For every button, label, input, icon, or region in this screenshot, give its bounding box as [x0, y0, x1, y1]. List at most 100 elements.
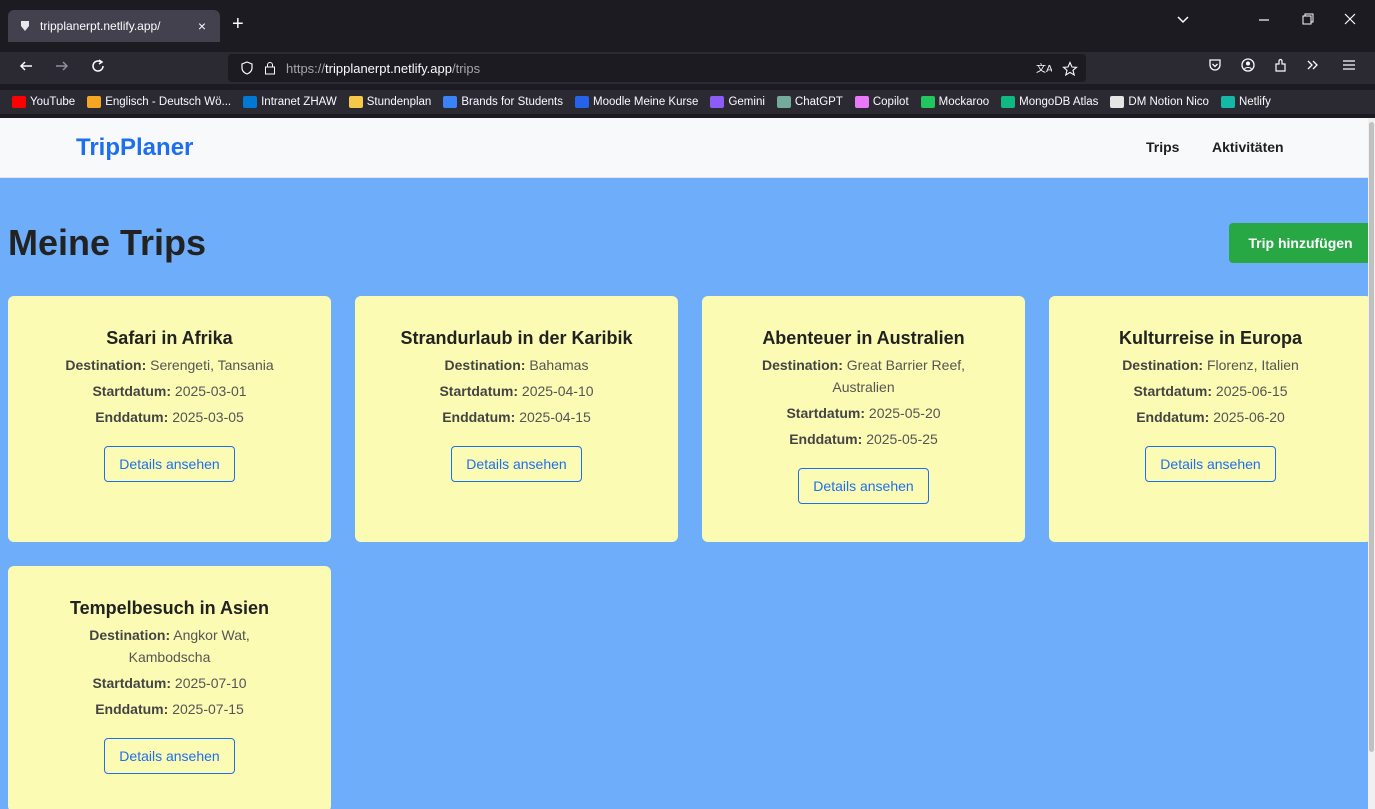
svg-text:文A: 文A	[1036, 62, 1052, 75]
address-bar[interactable]: https://tripplanerpt.netlify.app/trips 文…	[228, 54, 1086, 82]
trip-title: Kulturreise in Europa	[1118, 328, 1303, 348]
trip-end-date: Enddatum: 2025-06-20	[1049, 406, 1368, 428]
end-label: Enddatum:	[1136, 409, 1210, 425]
lock-icon[interactable]	[264, 61, 276, 75]
browser-tab[interactable]: tripplanerpt.netlify.app/ ×	[8, 10, 220, 42]
translate-icon[interactable]: 文A	[1036, 61, 1053, 78]
details-button[interactable]: Details ansehen	[104, 738, 235, 774]
minimize-icon[interactable]	[1258, 12, 1270, 29]
bookmark-star-icon[interactable]	[1062, 61, 1078, 80]
trip-destination: Destination: Serengeti, Tansania	[8, 354, 331, 376]
bookmark-favicon-icon	[854, 96, 869, 108]
end-value: 2025-06-20	[1213, 409, 1285, 425]
brand-logo[interactable]: TripPlaner	[76, 134, 193, 162]
reload-icon[interactable]	[90, 58, 106, 80]
bookmark-item[interactable]: Englisch - Deutsch Wö...	[87, 96, 231, 108]
trip-card: Kulturreise in Europa Destination: Floren…	[1049, 296, 1368, 542]
bookmark-label: YouTube	[30, 96, 76, 108]
bookmark-item[interactable]: Brands for Students	[443, 96, 563, 108]
extensions-icon[interactable]	[1274, 58, 1288, 78]
account-icon[interactable]	[1241, 58, 1255, 78]
end-value: 2025-03-05	[172, 409, 244, 425]
bookmark-label: Moodle Meine Kurse	[592, 96, 699, 108]
bookmark-item[interactable]: DM Notion Nico	[1110, 96, 1209, 108]
end-label: Enddatum:	[789, 431, 863, 447]
back-arrow-icon[interactable]	[18, 58, 34, 80]
end-value: 2025-07-15	[172, 701, 244, 717]
destination-value: Florenz, Italien	[1206, 357, 1299, 373]
bookmark-favicon-icon	[1001, 96, 1016, 108]
start-value: 2025-06-15	[1215, 383, 1288, 399]
end-value: 2025-05-25	[866, 431, 938, 447]
trip-destination: Destination: Bahamas	[355, 354, 678, 376]
bookmark-label: Gemini	[728, 96, 765, 108]
bookmark-item[interactable]: ChatGPT	[776, 96, 843, 108]
destination-value: Serengeti, Tansania	[150, 357, 274, 373]
page-scrollbar[interactable]	[1368, 118, 1375, 809]
bookmark-item[interactable]: Gemini	[710, 96, 765, 108]
restore-icon[interactable]	[1302, 12, 1314, 29]
tab-title: tripplanerpt.netlify.app/	[40, 19, 161, 33]
trip-title: Tempelbesuch in Asien	[69, 598, 270, 618]
bookmark-favicon-icon	[12, 96, 26, 108]
tab-list-icon[interactable]	[1176, 12, 1190, 29]
destination-label: Destination:	[761, 357, 843, 373]
pocket-icon[interactable]	[1208, 58, 1222, 78]
start-value: 2025-07-10	[174, 675, 247, 691]
bookmark-favicon-icon	[776, 96, 791, 108]
bookmark-favicon-icon	[243, 96, 258, 108]
bookmark-item[interactable]: Moodle Meine Kurse	[574, 96, 699, 108]
bookmark-item[interactable]: Copilot	[854, 96, 909, 108]
trip-card: Strandurlaub in der Karibik Destination: …	[355, 296, 678, 542]
bookmark-label: MongoDB Atlas	[1019, 96, 1099, 108]
nav-link-aktivitaeten[interactable]: Aktivitäten	[1212, 139, 1284, 155]
details-button[interactable]: Details ansehen	[1145, 446, 1276, 482]
details-button[interactable]: Details ansehen	[798, 468, 929, 504]
bookmark-item[interactable]: MongoDB Atlas	[1001, 96, 1098, 108]
bookmark-favicon-icon	[710, 96, 725, 108]
more-tools-icon[interactable]	[1306, 58, 1320, 78]
nav-link-trips[interactable]: Trips	[1146, 139, 1179, 155]
close-window-icon[interactable]	[1344, 12, 1356, 29]
bookmark-item[interactable]: Netlify	[1220, 96, 1271, 108]
start-label: Startdatum:	[786, 405, 866, 421]
bookmark-label: Intranet ZHAW	[261, 96, 337, 108]
bookmark-item[interactable]: YouTube	[12, 96, 75, 108]
site-header: TripPlaner Trips Aktivitäten	[0, 118, 1368, 178]
end-value: 2025-04-15	[519, 409, 591, 425]
details-button[interactable]: Details ansehen	[104, 446, 235, 482]
trip-end-date: Enddatum: 2025-07-15	[8, 698, 331, 720]
bookmark-favicon-icon	[1220, 96, 1235, 108]
bookmark-favicon-icon	[1110, 96, 1125, 108]
destination-label: Destination:	[89, 627, 171, 643]
shield-icon[interactable]	[240, 61, 254, 75]
bookmarks-toolbar: YouTube Englisch - Deutsch Wö... Intranet …	[0, 90, 1375, 114]
bookmark-label: Stundenplan	[366, 96, 432, 108]
end-label: Enddatum:	[95, 701, 169, 717]
menu-hamburger-icon[interactable]	[1342, 58, 1356, 78]
bookmark-item[interactable]: Intranet ZHAW	[243, 96, 337, 108]
trip-destination: Destination: Great Barrier Reef, Austral…	[702, 354, 1025, 398]
trip-end-date: Enddatum: 2025-04-15	[355, 406, 678, 428]
start-label: Startdatum:	[1133, 383, 1213, 399]
trip-start-date: Startdatum: 2025-05-20	[702, 402, 1025, 424]
url-text[interactable]: https://tripplanerpt.netlify.app/trips	[286, 61, 480, 76]
tab-close-icon[interactable]: ×	[194, 18, 210, 34]
bookmark-item[interactable]: Mockaroo	[920, 96, 989, 108]
trip-start-date: Startdatum: 2025-04-10	[355, 380, 678, 402]
bookmark-favicon-icon	[348, 96, 363, 108]
new-tab-button[interactable]: +	[232, 14, 244, 34]
bookmark-favicon-icon	[443, 96, 458, 108]
add-trip-button[interactable]: Trip hinzufügen	[1229, 223, 1368, 263]
end-label: Enddatum:	[95, 409, 169, 425]
bookmark-favicon-icon	[574, 96, 589, 108]
bookmark-favicon-icon	[920, 96, 935, 108]
destination-label: Destination:	[65, 357, 147, 373]
trip-title: Abenteuer in Australien	[762, 328, 965, 348]
forward-arrow-icon[interactable]	[54, 58, 70, 80]
bookmark-item[interactable]: Stundenplan	[348, 96, 432, 108]
details-button[interactable]: Details ansehen	[451, 446, 582, 482]
start-label: Startdatum:	[92, 383, 172, 399]
bookmark-label: DM Notion Nico	[1128, 96, 1209, 108]
scrollbar-thumb[interactable]	[1369, 122, 1374, 752]
